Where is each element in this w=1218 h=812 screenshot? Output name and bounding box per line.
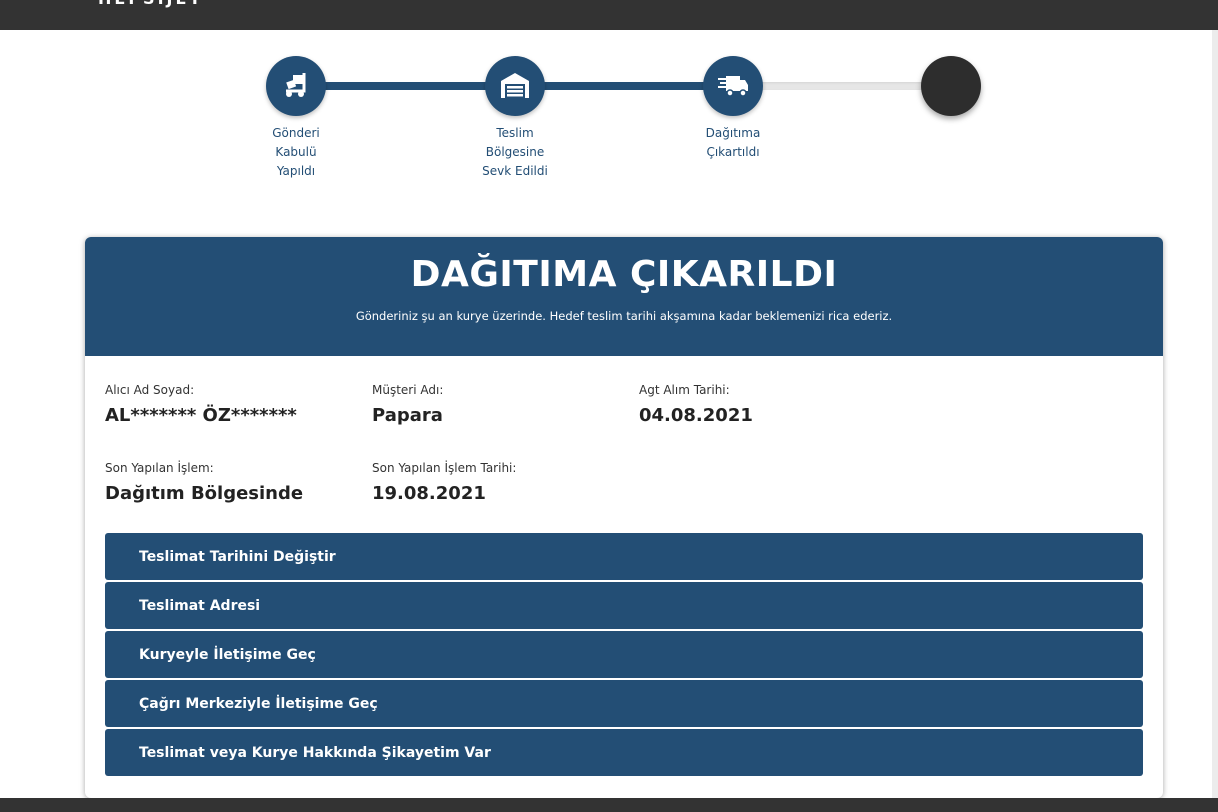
- recipient-field: Alıcı Ad Soyad: AL******* ÖZ*******: [105, 383, 297, 426]
- status-title: DAĞITIMA ÇIKARILDI: [410, 254, 838, 295]
- last-action-date-label: Son Yapılan İşlem Tarihi:: [372, 461, 517, 475]
- step-3-delivery-truck-icon: [703, 56, 763, 116]
- customer-value: Papara: [372, 405, 443, 426]
- complaint-button[interactable]: Teslimat veya Kurye Hakkında Şikayetim V…: [105, 729, 1143, 776]
- contact-call-center-button[interactable]: Çağrı Merkeziyle İletişime Geç: [105, 680, 1143, 727]
- pickup-date-field: Agt Alım Tarihi: 04.08.2021: [639, 383, 753, 426]
- delivery-truck-icon: [718, 76, 748, 97]
- pickup-date-value: 04.08.2021: [639, 405, 753, 426]
- delivery-address-button[interactable]: Teslimat Adresi: [105, 582, 1143, 629]
- recipient-value: AL******* ÖZ*******: [105, 405, 297, 426]
- shipment-status-card: DAĞITIMA ÇIKARILDI Gönderiniz şu an kury…: [85, 237, 1163, 798]
- step-3-label: Dağıtıma Çıkartıldı: [705, 126, 761, 159]
- warehouse-icon: [501, 73, 529, 98]
- progress-track-pending: [732, 82, 950, 90]
- shipment-info: Alıcı Ad Soyad: AL******* ÖZ******* Müşt…: [85, 356, 1163, 533]
- change-delivery-date-button[interactable]: Teslimat Tarihini Değiştir: [105, 533, 1143, 580]
- last-action-value: Dağıtım Bölgesinde: [105, 483, 304, 504]
- contact-courier-button[interactable]: Kuryeyle İletişime Geç: [105, 631, 1143, 678]
- customer-label: Müşteri Adı:: [372, 383, 444, 397]
- last-action-label: Son Yapılan İşlem:: [105, 461, 214, 475]
- last-action-date-value: 19.08.2021: [372, 483, 486, 504]
- customer-field: Müşteri Adı: Papara: [372, 383, 443, 426]
- package-hand-truck-icon: [286, 73, 306, 97]
- step-2-label: Teslim Bölgesine Sevk Edildi: [482, 126, 548, 178]
- step-2-warehouse-icon: [485, 56, 545, 116]
- last-action-field: Son Yapılan İşlem: Dağıtım Bölgesinde: [105, 461, 303, 504]
- recipient-label: Alıcı Ad Soyad:: [105, 383, 195, 397]
- step-1-package-hand-truck-icon: [266, 56, 326, 116]
- footer-bar: [0, 798, 1218, 812]
- last-action-date-field: Son Yapılan İşlem Tarihi: 19.08.2021: [372, 461, 516, 504]
- pickup-date-label: Agt Alım Tarihi:: [639, 383, 730, 397]
- status-subtitle: Gönderiniz şu an kurye üzerinde. Hedef t…: [355, 309, 893, 323]
- shipment-progress-stepper: Gönderi Kabulü Yapıldı Teslim Bölgesine …: [0, 0, 1218, 200]
- status-header: DAĞITIMA ÇIKARILDI Gönderiniz şu an kury…: [85, 237, 1163, 356]
- step-4-pending-indicator: [921, 56, 981, 116]
- action-list: Teslimat Tarihini Değiştir Teslimat Adre…: [105, 533, 1143, 778]
- step-1-label: Gönderi Kabulü Yapıldı: [272, 126, 320, 178]
